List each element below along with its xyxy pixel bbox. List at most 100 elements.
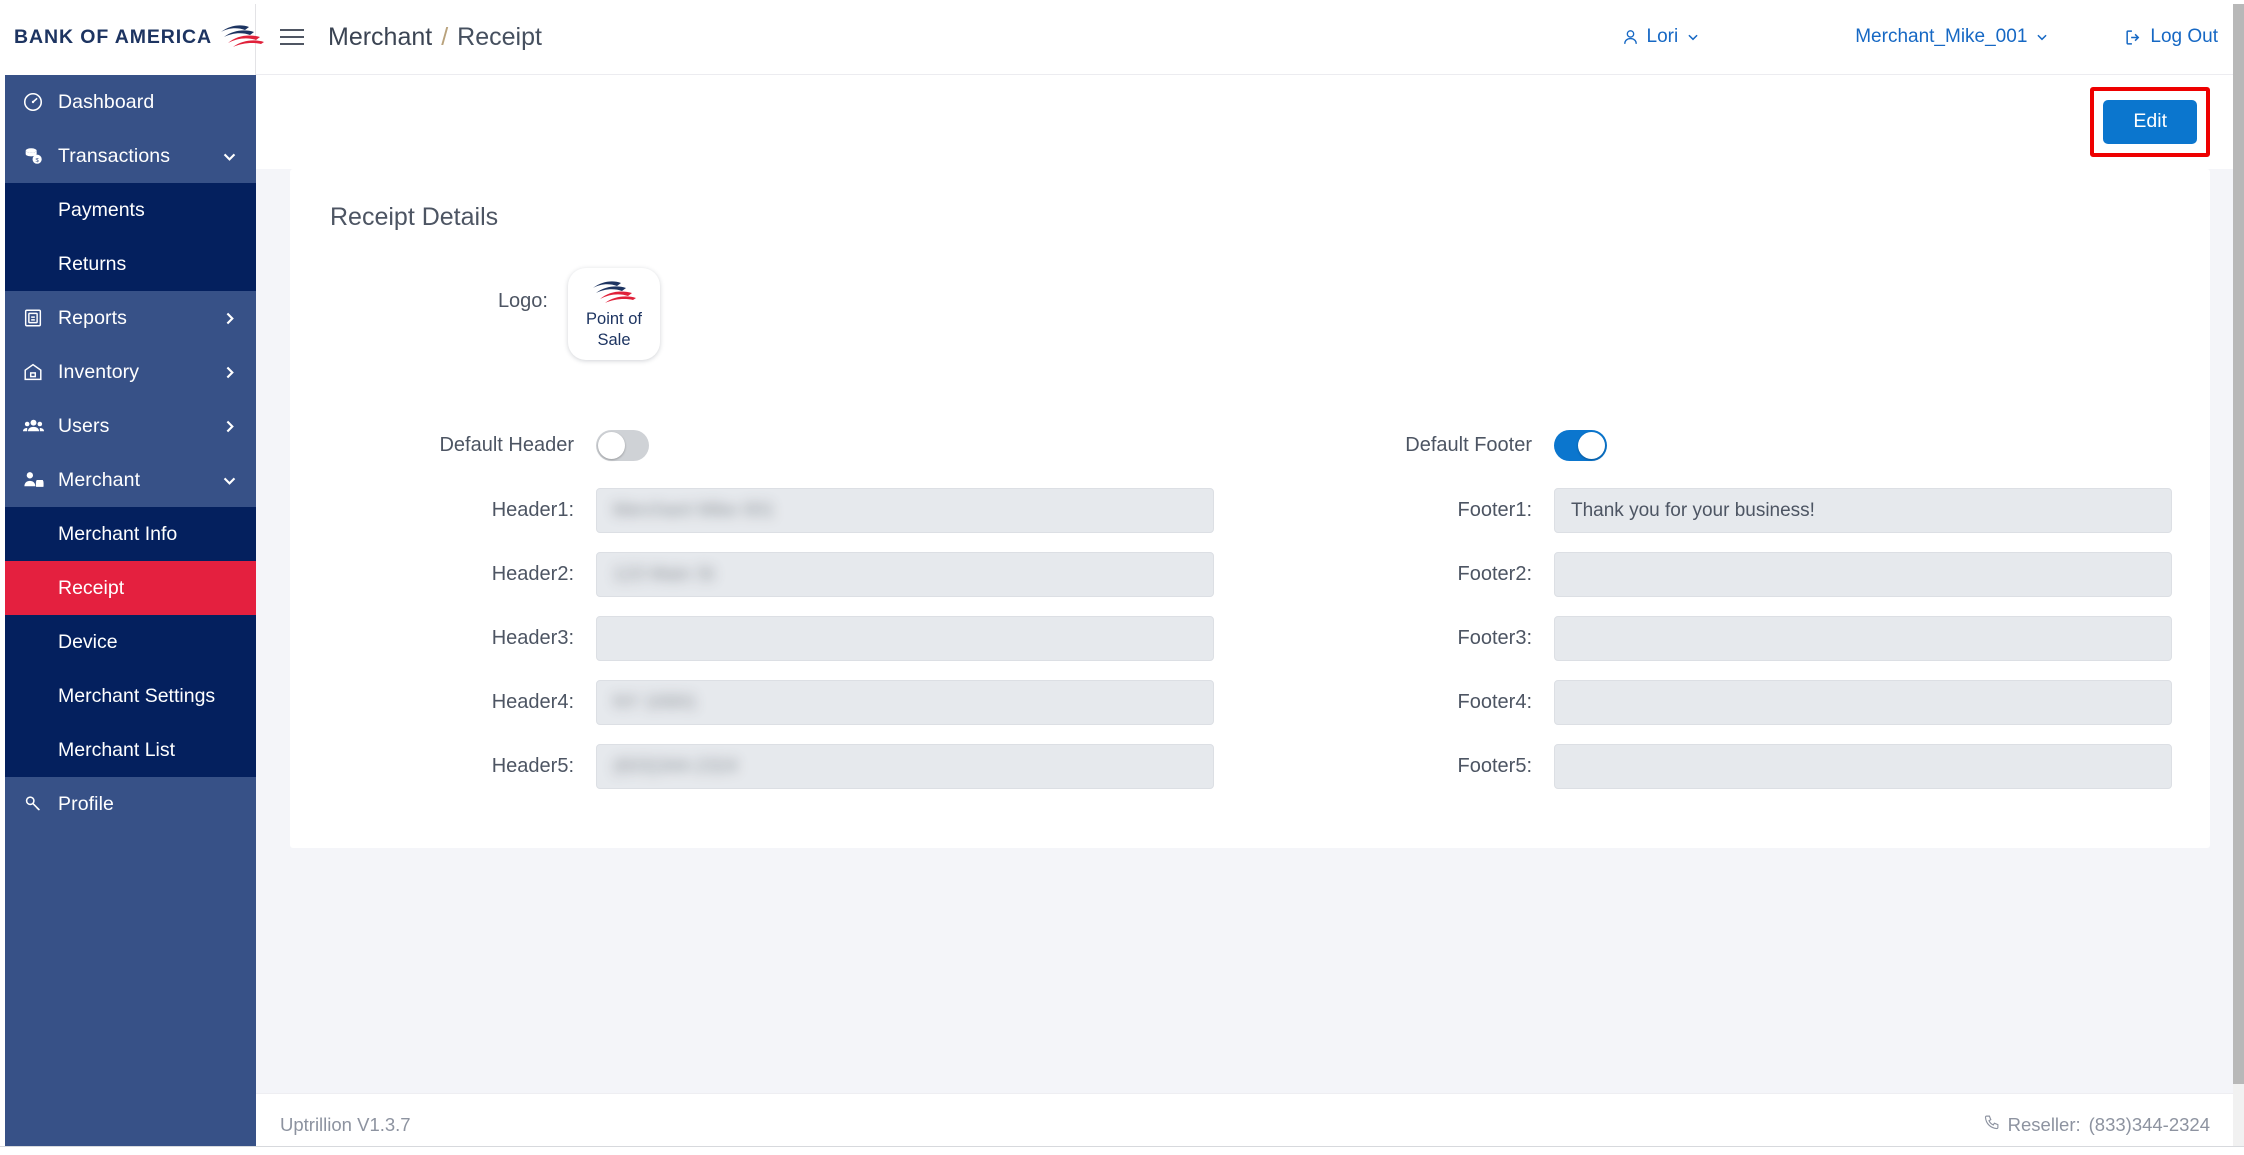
sidebar-item-profile[interactable]: Profile xyxy=(0,777,256,831)
logo-caption-line2: Sale xyxy=(597,330,631,349)
header4-input[interactable]: NY 10001 xyxy=(596,680,1214,725)
sidebar-item-reports[interactable]: Reports xyxy=(0,291,256,345)
sidebar-subitem-device[interactable]: Device xyxy=(0,615,256,669)
sidebar-subitem-merchant-info[interactable]: Merchant Info xyxy=(0,507,256,561)
merchant-selector-value: Merchant_Mike_001 xyxy=(1855,26,2028,47)
user-person-icon xyxy=(1621,28,1640,47)
dashboard-gauge-icon xyxy=(22,91,52,113)
default-footer-row: Default Footer xyxy=(1286,418,2172,472)
sidebar-subitem-label: Merchant Settings xyxy=(58,684,216,707)
sidebar-subitem-merchant-settings[interactable]: Merchant Settings xyxy=(0,669,256,723)
default-header-label: Default Header xyxy=(439,433,574,456)
main-column: Merchant / Receipt Lori Merchant_Mike_00… xyxy=(256,0,2244,1155)
submenu-merchant: Merchant Info Receipt Device Merchant Se… xyxy=(0,507,256,777)
footer1-label: Footer1: xyxy=(1457,499,1532,521)
scrollbar-thumb[interactable] xyxy=(2233,4,2244,1084)
chevron-right-icon xyxy=(221,364,238,381)
edit-button[interactable]: Edit xyxy=(2103,100,2197,144)
breadcrumb-parent[interactable]: Merchant xyxy=(328,23,432,52)
sidebar: BANK OF AMERICA Dashboard $ Transactions… xyxy=(0,0,265,1155)
sidebar-subitem-merchant-list[interactable]: Merchant List xyxy=(0,723,256,777)
sidebar-item-dashboard[interactable]: Dashboard xyxy=(0,75,256,129)
sidebar-subitem-payments[interactable]: Payments xyxy=(0,183,256,237)
home-box-icon xyxy=(22,361,52,383)
header5-row: Header5: (833)344-2324 xyxy=(328,744,1214,789)
submenu-transactions: Payments Returns xyxy=(0,183,256,291)
footer3-input[interactable] xyxy=(1554,616,2172,661)
action-bar: Edit xyxy=(256,75,2244,169)
header1-label: Header1: xyxy=(491,499,574,521)
footer2-input[interactable] xyxy=(1554,552,2172,597)
logout-button[interactable]: Log Out xyxy=(2124,26,2218,48)
header2-row: Header2: 123 Main St xyxy=(328,552,1214,597)
header2-label: Header2: xyxy=(491,563,574,585)
header4-row: Header4: NY 10001 xyxy=(328,680,1214,725)
logout-label: Log Out xyxy=(2150,26,2218,47)
chevron-down-icon xyxy=(221,472,238,489)
header4-label: Header4: xyxy=(491,691,574,713)
boa-flag-icon xyxy=(219,23,265,52)
brand-logo[interactable]: BANK OF AMERICA xyxy=(0,0,265,75)
default-header-toggle[interactable] xyxy=(596,429,649,461)
footer5-input[interactable] xyxy=(1554,744,2172,789)
logo-thumbnail[interactable]: Point of Sale xyxy=(568,268,660,360)
footer2-row: Footer2: xyxy=(1286,552,2172,597)
profile-key-icon xyxy=(22,793,52,815)
user-menu[interactable]: Lori xyxy=(1621,26,1701,48)
default-footer-toggle[interactable] xyxy=(1554,429,1607,461)
sidebar-subitem-label: Returns xyxy=(58,252,127,275)
sidebar-item-users[interactable]: Users xyxy=(0,399,256,453)
footer1-value: Thank you for your business! xyxy=(1571,499,1815,521)
header2-value: 123 Main St xyxy=(613,563,715,585)
breadcrumb: Merchant / Receipt xyxy=(328,23,542,52)
phone-icon xyxy=(1983,1114,2000,1136)
sidebar-item-transactions[interactable]: $ Transactions xyxy=(0,129,256,183)
default-header-row: Default Header xyxy=(328,418,1214,472)
footer4-input[interactable] xyxy=(1554,680,2172,725)
window-top-edge xyxy=(0,0,2244,4)
hamburger-menu-icon[interactable] xyxy=(280,24,306,50)
toggle-knob xyxy=(598,431,625,459)
sidebar-item-inventory[interactable]: Inventory xyxy=(0,345,256,399)
footer5-label: Footer5: xyxy=(1457,755,1532,777)
logo-row: Logo: Point of Sale xyxy=(328,268,2172,360)
chevron-down-icon xyxy=(1686,30,1700,44)
header1-value: Merchant Mike 001 xyxy=(613,499,775,521)
sidebar-subitem-label: Merchant List xyxy=(58,738,176,761)
reseller-phone: (833)344-2324 xyxy=(2088,1113,2210,1135)
header4-value: NY 10001 xyxy=(613,691,698,713)
header3-input[interactable] xyxy=(596,616,1214,661)
breadcrumb-separator: / xyxy=(441,22,449,51)
content-area: Receipt Details Logo: Point of Sale Defa… xyxy=(256,169,2244,1093)
boa-flag-icon xyxy=(591,279,637,308)
header5-label: Header5: xyxy=(491,755,574,777)
form-columns: Default Header Header1: Merchant Mike 00… xyxy=(328,418,2172,808)
sidebar-item-label: Merchant xyxy=(58,468,141,491)
header2-input[interactable]: 123 Main St xyxy=(596,552,1214,597)
users-group-icon xyxy=(22,415,52,438)
footer4-row: Footer4: xyxy=(1286,680,2172,725)
sidebar-subitem-returns[interactable]: Returns xyxy=(0,237,256,291)
sidebar-item-label: Transactions xyxy=(58,144,171,167)
footer1-row: Footer1: Thank you for your business! xyxy=(1286,488,2172,533)
chevron-down-icon xyxy=(2035,30,2049,44)
logo-label: Logo: xyxy=(497,290,548,312)
footer3-row: Footer3: xyxy=(1286,616,2172,661)
sidebar-item-label: Users xyxy=(58,414,110,437)
merchant-selector[interactable]: Merchant_Mike_001 xyxy=(1855,26,2049,48)
coins-stack-icon: $ xyxy=(22,145,52,167)
breadcrumb-current: Receipt xyxy=(457,22,542,51)
footer1-input[interactable]: Thank you for your business! xyxy=(1554,488,2172,533)
app-root: BANK OF AMERICA Dashboard $ Transactions… xyxy=(0,0,2244,1155)
footer5-row: Footer5: xyxy=(1286,744,2172,789)
page-scrollbar[interactable] xyxy=(2233,4,2244,1146)
receipt-details-card: Receipt Details Logo: Point of Sale Defa… xyxy=(290,169,2210,848)
header1-input[interactable]: Merchant Mike 001 xyxy=(596,488,1214,533)
user-name: Lori xyxy=(1646,26,1679,47)
report-document-icon xyxy=(22,307,52,329)
sidebar-item-merchant[interactable]: Merchant xyxy=(0,453,256,507)
sidebar-subitem-label: Merchant Info xyxy=(58,522,178,545)
chevron-right-icon xyxy=(221,310,238,327)
sidebar-subitem-receipt[interactable]: Receipt xyxy=(0,561,256,615)
header5-input[interactable]: (833)344-2324 xyxy=(596,744,1214,789)
